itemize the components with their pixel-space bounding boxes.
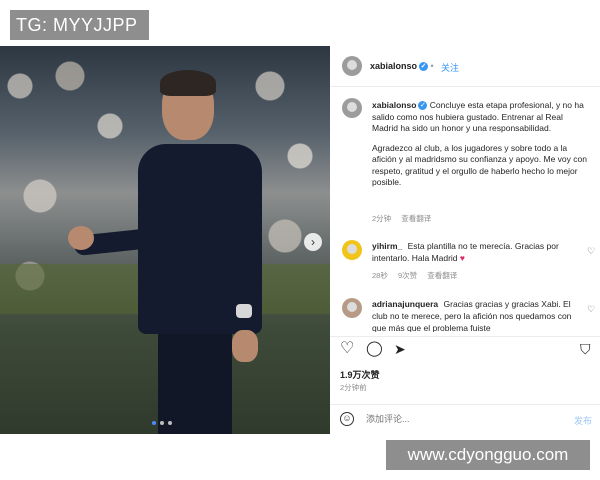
carousel-dot-active [152, 421, 156, 425]
verified-badge-icon: ✓ [418, 101, 428, 111]
comment-username[interactable]: yihirm_ [372, 241, 402, 251]
coach-left-hand [68, 226, 94, 250]
comment-meta: 28秒 9次赞 查看翻译 [372, 270, 465, 281]
wristwatch [236, 304, 252, 318]
like-comment-heart-icon[interactable]: ♡ [587, 246, 595, 257]
comment-time: 28秒 [372, 271, 388, 280]
comment-username[interactable]: adrianajunquera [372, 299, 438, 309]
commenter-avatar[interactable] [342, 298, 362, 318]
comment-item: yihirm_ Esta plantilla no te merecía. Gr… [372, 240, 582, 264]
save-bookmark-icon[interactable]: ⛉ [580, 341, 591, 357]
separator-dot: • [430, 61, 434, 71]
author-avatar[interactable] [342, 56, 362, 76]
post-side-panel: xabialonso ✓ • 关注 xabialonso ✓ Concluye es… [330, 46, 600, 434]
carousel-dot [168, 421, 172, 425]
coach-right-hand [232, 330, 258, 362]
likes-count[interactable]: 1.9万次赞 [340, 368, 380, 381]
post-photo[interactable]: › [0, 46, 330, 434]
commenter-avatar[interactable] [342, 240, 362, 260]
site-watermark-label: www.cdyongguo.com [386, 440, 590, 470]
comment-likes[interactable]: 9次赞 [398, 271, 417, 280]
post-caption: xabialonso ✓ Concluye esta etapa profesio… [372, 100, 590, 197]
add-comment-bar: ☺ 发布 [330, 404, 600, 435]
like-heart-icon[interactable]: ♡ [340, 341, 354, 357]
author-username[interactable]: xabialonso ✓ • [370, 61, 434, 72]
caption-paragraph-2: Agradezco al club, a los jugadores y sob… [372, 142, 587, 188]
comment-translate-link[interactable]: 查看翻译 [427, 271, 457, 280]
instagram-post: › xabialonso ✓ • 关注 xabialonso ✓ Concluye … [0, 46, 600, 434]
add-comment-input[interactable] [366, 414, 546, 424]
share-send-icon[interactable]: ➤ [394, 341, 406, 357]
tg-watermark-label: TG: MYYJJPP [10, 10, 149, 40]
post-header: xabialonso ✓ • 关注 [330, 46, 600, 87]
caption-author-avatar[interactable] [342, 98, 362, 118]
coach-hair [160, 70, 216, 96]
carousel-dot [160, 421, 164, 425]
follow-button[interactable]: 关注 [441, 61, 459, 74]
post-comment-button[interactable]: 发布 [574, 414, 592, 427]
carousel-dots [152, 421, 172, 425]
emoji-smiley-icon[interactable]: ☺ [340, 412, 354, 426]
coach-trousers [158, 334, 232, 434]
verified-badge-icon: ✓ [419, 62, 429, 72]
caption-meta: 2分钟 查看翻译 [372, 213, 439, 224]
caption-username[interactable]: xabialonso [372, 100, 416, 110]
post-actions-bar: ♡ ◯ ➤ ⛉ [330, 336, 600, 359]
author-username-text: xabialonso [370, 61, 418, 71]
comment-item: adrianajunquera Gracias gracias y gracia… [372, 298, 582, 332]
like-comment-heart-icon[interactable]: ♡ [587, 304, 595, 315]
red-heart-emoji-icon: ♥ [459, 253, 465, 263]
next-image-chevron-icon[interactable]: › [304, 233, 322, 251]
comment-bubble-icon[interactable]: ◯ [366, 341, 383, 357]
caption-translate-link[interactable]: 查看翻译 [401, 214, 431, 223]
post-time: 2分钟前 [340, 383, 367, 392]
caption-time: 2分钟 [372, 214, 392, 223]
